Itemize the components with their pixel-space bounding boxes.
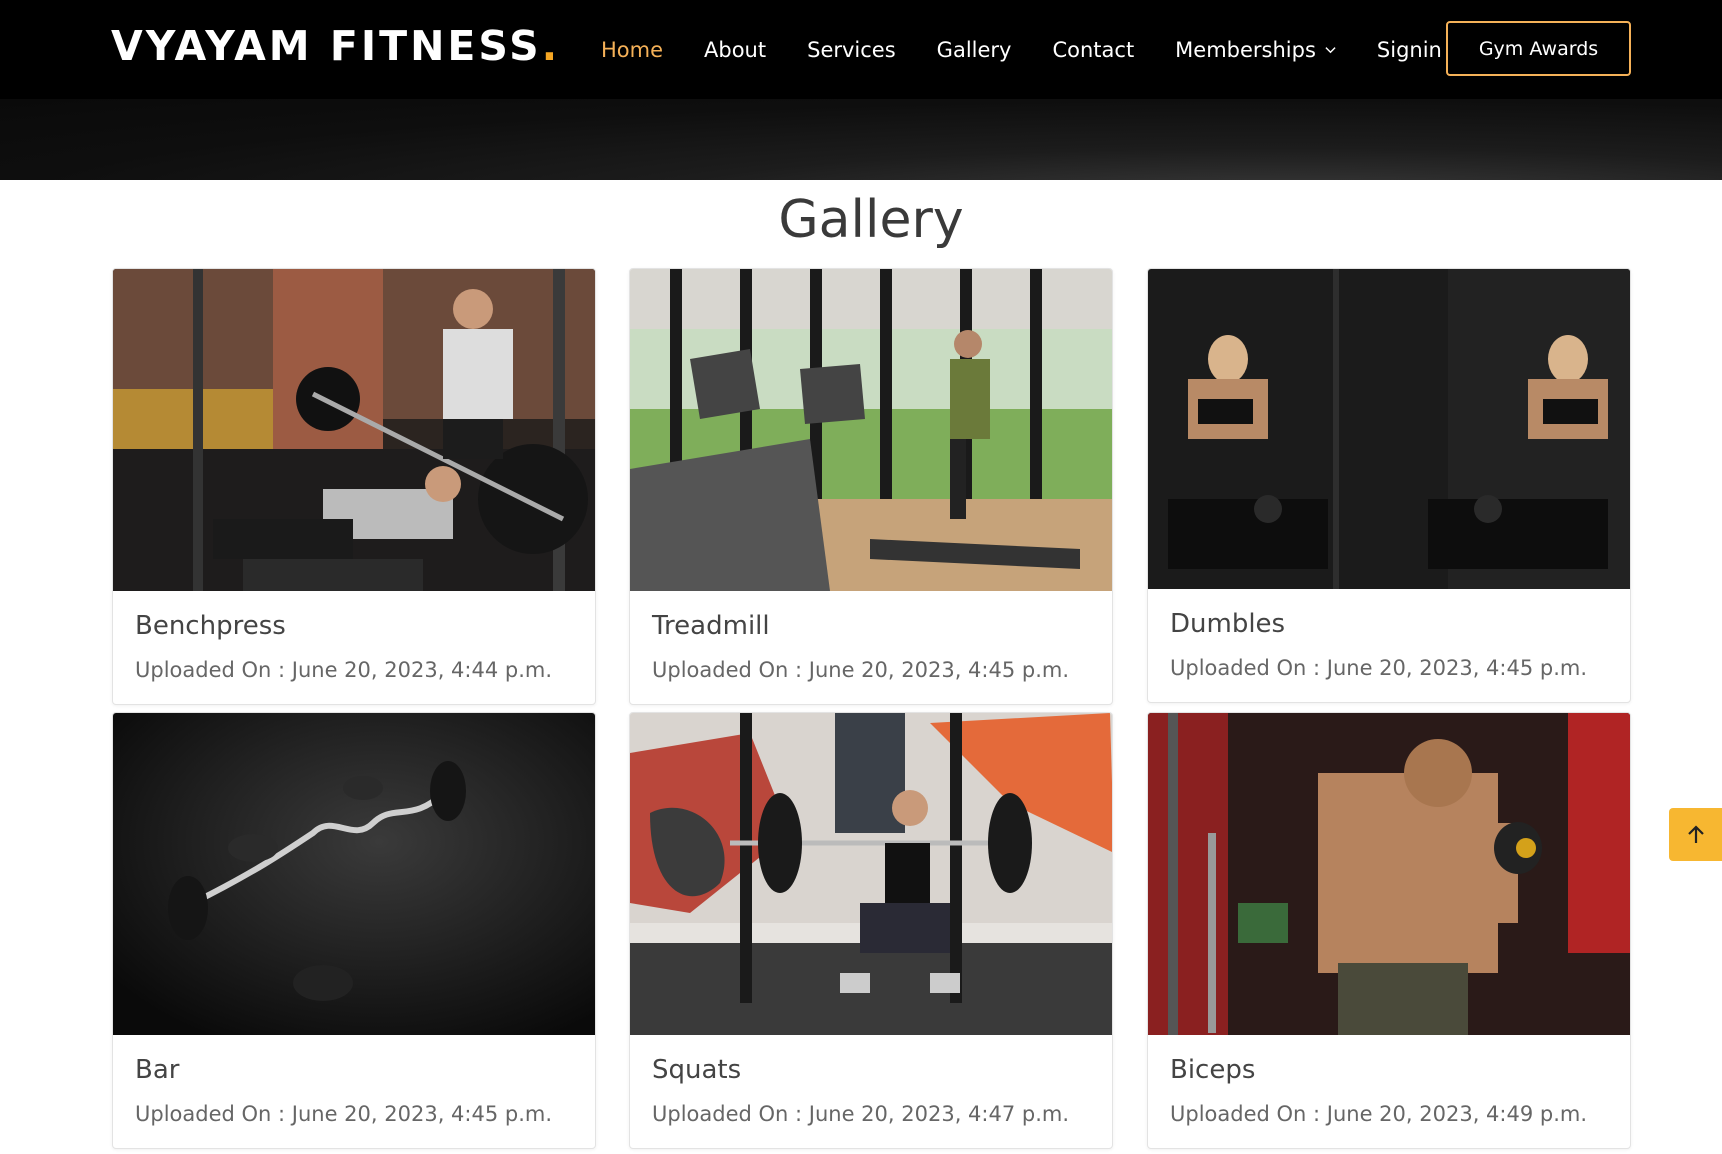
gallery-title: Gallery [778, 190, 964, 250]
bar-image [113, 713, 595, 1035]
nav-signin[interactable]: Signin [1377, 38, 1442, 62]
squats-image [630, 713, 1112, 1035]
gallery-card[interactable]: Treadmill Uploaded On : June 20, 2023, 4… [629, 268, 1113, 705]
main-nav: Home About Services Gallery Contact Memb… [601, 0, 1483, 99]
nav-memberships-label: Memberships [1175, 37, 1316, 62]
card-title: Squats [652, 1055, 742, 1085]
benchpress-image [113, 269, 595, 591]
card-title: Dumbles [1170, 609, 1286, 639]
card-upload-date: Uploaded On : June 20, 2023, 4:45 p.m. [652, 658, 1070, 682]
nav-home[interactable]: Home [601, 38, 663, 62]
hero-banner-strip [0, 99, 1722, 180]
gym-awards-button[interactable]: Gym Awards [1446, 21, 1631, 76]
card-title: Biceps [1170, 1055, 1256, 1085]
gallery-card[interactable]: Dumbles Uploaded On : June 20, 2023, 4:4… [1147, 268, 1631, 703]
gallery-card[interactable]: Biceps Uploaded On : June 20, 2023, 4:49… [1147, 712, 1631, 1149]
brand-logo[interactable]: VYAYAM FITNESS. [111, 22, 560, 70]
card-title: Benchpress [135, 611, 286, 641]
card-title: Bar [135, 1055, 180, 1085]
card-title: Treadmill [652, 611, 770, 641]
dumbles-image [1148, 269, 1630, 589]
nav-gallery[interactable]: Gallery [937, 38, 1012, 62]
brand-logo-dot: . [541, 22, 561, 70]
card-upload-date: Uploaded On : June 20, 2023, 4:45 p.m. [135, 1102, 553, 1126]
gallery-card[interactable]: Benchpress Uploaded On : June 20, 2023, … [112, 268, 596, 705]
chevron-down-icon [1325, 47, 1336, 54]
gallery-card[interactable]: Bar Uploaded On : June 20, 2023, 4:45 p.… [112, 712, 596, 1149]
treadmill-image [630, 269, 1112, 591]
top-navbar: VYAYAM FITNESS. Home About Services Gall… [0, 0, 1722, 99]
nav-contact[interactable]: Contact [1052, 38, 1134, 62]
arrow-up-icon [1687, 824, 1704, 843]
nav-memberships[interactable]: Memberships [1175, 38, 1336, 62]
back-to-top-button[interactable] [1669, 808, 1722, 861]
card-upload-date: Uploaded On : June 20, 2023, 4:45 p.m. [1170, 656, 1588, 680]
biceps-image [1148, 713, 1630, 1035]
card-upload-date: Uploaded On : June 20, 2023, 4:49 p.m. [1170, 1102, 1588, 1126]
gallery-card[interactable]: Squats Uploaded On : June 20, 2023, 4:47… [629, 712, 1113, 1149]
card-upload-date: Uploaded On : June 20, 2023, 4:47 p.m. [652, 1102, 1070, 1126]
nav-services[interactable]: Services [807, 38, 896, 62]
nav-about[interactable]: About [704, 38, 766, 62]
brand-logo-text: VYAYAM FITNESS [111, 22, 542, 70]
card-upload-date: Uploaded On : June 20, 2023, 4:44 p.m. [135, 658, 553, 682]
